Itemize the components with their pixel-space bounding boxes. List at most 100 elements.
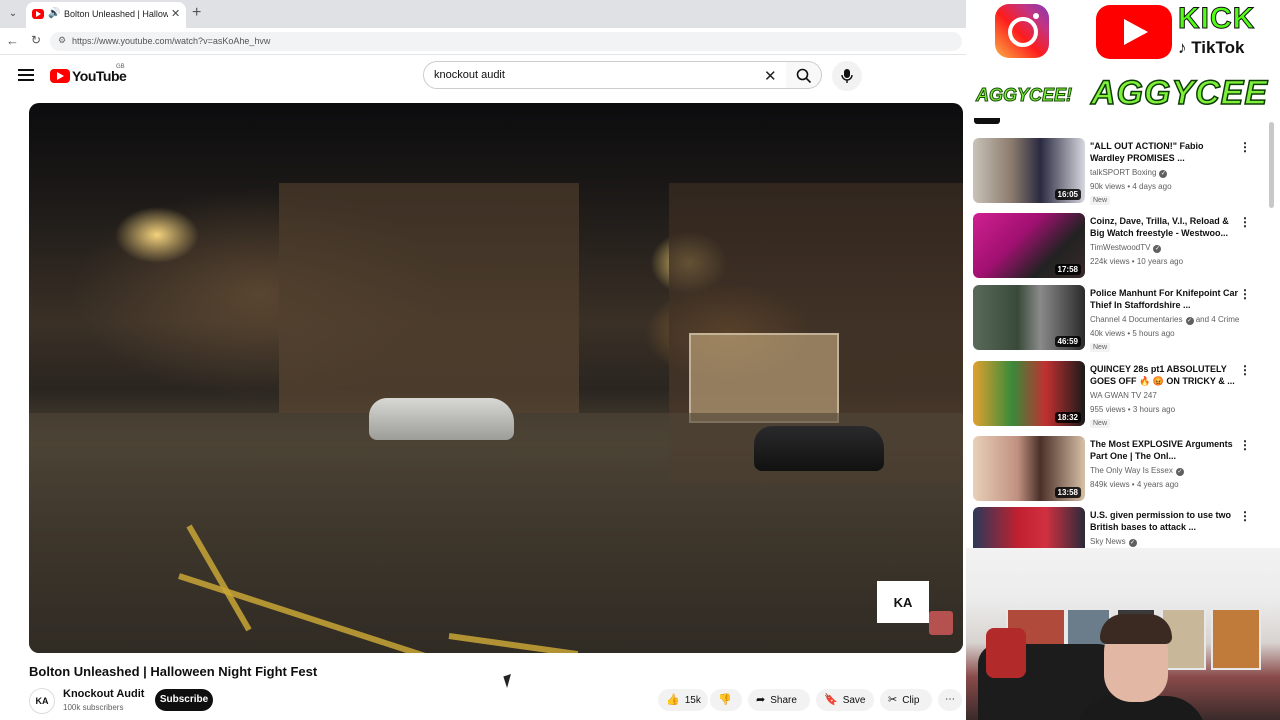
mouse-cursor-icon [503, 674, 515, 688]
video-frame-shopfront [689, 333, 839, 423]
kick-logo-text: KICK [1177, 2, 1256, 36]
verified-check-icon: ✓ [1175, 468, 1184, 476]
channel-name[interactable]: Knockout Audit [63, 688, 144, 700]
country-code: GB [116, 64, 125, 70]
site-info-icon[interactable]: ⚙ [58, 35, 66, 46]
recommended-channel[interactable]: The Only Way Is Essex ✓ [1090, 466, 1265, 476]
more-vertical-icon[interactable]: ⋮ [1239, 287, 1251, 301]
new-badge: New [1090, 343, 1111, 352]
more-vertical-icon[interactable]: ⋮ [1239, 215, 1251, 229]
channel-avatar[interactable]: KA [29, 688, 55, 714]
search-icon [796, 68, 812, 84]
subscribe-watermark-icon[interactable] [929, 611, 953, 635]
thumbs-up-icon: 👍 [666, 694, 680, 706]
recommended-video-title[interactable]: The Most EXPLOSIVE Arguments Part One | … [1090, 438, 1238, 462]
recommended-channel[interactable]: talkSPORT Boxing ✓ [1090, 168, 1265, 178]
recommended-video[interactable]: 13:58 The Most EXPLOSIVE Arguments Part O… [973, 436, 1273, 506]
recommended-channel-name: Sky News [1090, 537, 1126, 546]
reload-icon[interactable]: ↻ [31, 33, 41, 47]
clear-search-icon[interactable]: ✕ [764, 67, 777, 85]
video-thumbnail[interactable] [973, 507, 1085, 548]
address-bar: ← ↻ ⚙ https://www.youtube.com/watch?v=as… [0, 28, 966, 55]
tiktok-label: TikTok [1191, 38, 1245, 57]
screen: ⌄ 🔊 Bolton Unleashed | Halloween... ✕ + … [0, 0, 1280, 720]
tab-close-icon[interactable]: ✕ [171, 7, 180, 20]
url-field[interactable]: ⚙ https://www.youtube.com/watch?v=asKoAh… [50, 32, 962, 51]
subscriber-count: 100k subscribers [63, 703, 124, 712]
url-text: https://www.youtube.com/watch?v=asKoAhe_… [72, 36, 271, 46]
youtube-icon [1096, 5, 1172, 59]
like-count: 15k [684, 695, 701, 706]
tiktok-logo-text: ♪ TikTok [1178, 38, 1244, 58]
gaming-chair-accent [986, 628, 1026, 678]
new-tab-icon[interactable]: + [192, 4, 201, 22]
video-duration: 13:58 [1054, 487, 1081, 498]
video-thumbnail[interactable]: 17:58 [973, 213, 1085, 278]
recommended-channel[interactable]: Channel 4 Documentaries ✓ and 4 Crime [1090, 315, 1265, 325]
video-duration: 46:59 [1054, 336, 1081, 347]
youtube-header: YouTube GB knockout audit ✕ [0, 55, 966, 100]
back-arrow-icon[interactable]: ← [6, 33, 19, 48]
recommended-video-title[interactable]: Coinz, Dave, Trilla, V.I., Reload & Big … [1090, 215, 1238, 239]
video-duration: 18:32 [1054, 412, 1081, 423]
hamburger-menu-icon[interactable] [18, 69, 34, 81]
clip-button[interactable]: ✂ Clip [880, 689, 932, 711]
recommended-channel-name: WA GWAN TV 247 [1090, 391, 1157, 400]
video-player[interactable]: KA [29, 103, 963, 653]
like-button[interactable]: 👍 15k [658, 689, 708, 711]
channel-watermark[interactable]: KA [877, 581, 929, 623]
bookmark-icon: 🔖 [824, 694, 838, 706]
youtube-logo-text: YouTube [72, 68, 127, 84]
recommended-video-title[interactable]: U.S. given permission to use two British… [1090, 509, 1238, 533]
video-thumbnail[interactable]: 46:59 [973, 285, 1085, 350]
video-duration: 16:05 [1054, 189, 1081, 200]
browser-tab[interactable]: 🔊 Bolton Unleashed | Halloween... ✕ [26, 2, 186, 28]
tiktok-icon: ♪ [1178, 38, 1187, 57]
recommended-channel[interactable]: WA GWAN TV 247 [1090, 391, 1265, 400]
new-badge: New [1090, 419, 1111, 428]
scissors-icon: ✂ [888, 694, 898, 706]
share-button[interactable]: ➦ Share [748, 689, 810, 711]
video-title: Bolton Unleashed | Halloween Night Fight… [29, 664, 318, 679]
recommended-video[interactable]: U.S. given permission to use two British… [973, 507, 1273, 548]
recommendations-sidebar: 16:05 "ALL OUT ACTION!" Fabio Wardley PRO… [966, 118, 1280, 548]
recommended-video-title[interactable]: "ALL OUT ACTION!" Fabio Wardley PROMISES… [1090, 140, 1238, 164]
tab-title: Bolton Unleashed | Halloween... [64, 9, 168, 19]
recommended-channel[interactable]: Sky News ✓ [1090, 537, 1265, 547]
more-actions-button[interactable]: ⋯ [938, 689, 962, 711]
recommended-meta: 224k views • 10 years ago [1090, 257, 1184, 266]
video-thumbnail[interactable]: 16:05 [973, 138, 1085, 203]
video-duration: 17:58 [1054, 264, 1081, 275]
wall-poster [1211, 608, 1261, 670]
recommended-video-title[interactable]: QUINCEY 28s pt1 ABSOLUTELY GOES OFF 🔥 😡 … [1090, 363, 1238, 387]
search-button[interactable] [786, 61, 822, 89]
video-thumbnail[interactable]: 18:32 [973, 361, 1085, 426]
browser-tab-bar: ⌄ 🔊 Bolton Unleashed | Halloween... ✕ + [0, 0, 966, 28]
more-vertical-icon[interactable]: ⋮ [1239, 438, 1251, 452]
recommended-channel-name: talkSPORT Boxing [1090, 168, 1157, 177]
recommended-video[interactable]: 16:05 "ALL OUT ACTION!" Fabio Wardley PRO… [973, 138, 1273, 208]
search-input[interactable]: knockout audit ✕ [423, 61, 787, 89]
voice-search-button[interactable] [832, 61, 862, 91]
webcam-overlay [966, 548, 1280, 720]
recommended-video[interactable]: 46:59 Police Manhunt For Knifepoint Car T… [973, 285, 1273, 355]
streamer-social-overlay: KICK ♪ TikTok AGGYCEE! AGGYCEE [966, 0, 1280, 118]
recommended-video[interactable]: 17:58 Coinz, Dave, Trilla, V.I., Reload &… [973, 213, 1273, 283]
tab-search-icon[interactable]: ⌄ [4, 6, 22, 22]
recommended-channel-name: The Only Way Is Essex [1090, 466, 1173, 475]
recommended-meta: 955 views • 3 hours ago [1090, 405, 1176, 414]
microphone-icon [841, 69, 853, 83]
more-vertical-icon[interactable]: ⋮ [1239, 363, 1251, 377]
recommended-channel[interactable]: TimWestwoodTV ✓ [1090, 243, 1265, 253]
recommended-video-title[interactable]: Police Manhunt For Knifepoint Car Thief … [1090, 287, 1238, 311]
more-vertical-icon[interactable]: ⋮ [1239, 509, 1251, 523]
dislike-button[interactable]: 👎 [710, 689, 742, 711]
video-frame-car [369, 398, 514, 440]
recommended-video[interactable]: 18:32 QUINCEY 28s pt1 ABSOLUTELY GOES OFF… [973, 361, 1273, 431]
speaker-icon[interactable]: 🔊 [48, 8, 60, 19]
video-thumbnail[interactable]: 13:58 [973, 436, 1085, 501]
video-frame-building [279, 183, 579, 413]
subscribe-button[interactable]: Subscribe [155, 689, 213, 711]
more-vertical-icon[interactable]: ⋮ [1239, 140, 1251, 154]
save-button[interactable]: 🔖 Save [816, 689, 874, 711]
